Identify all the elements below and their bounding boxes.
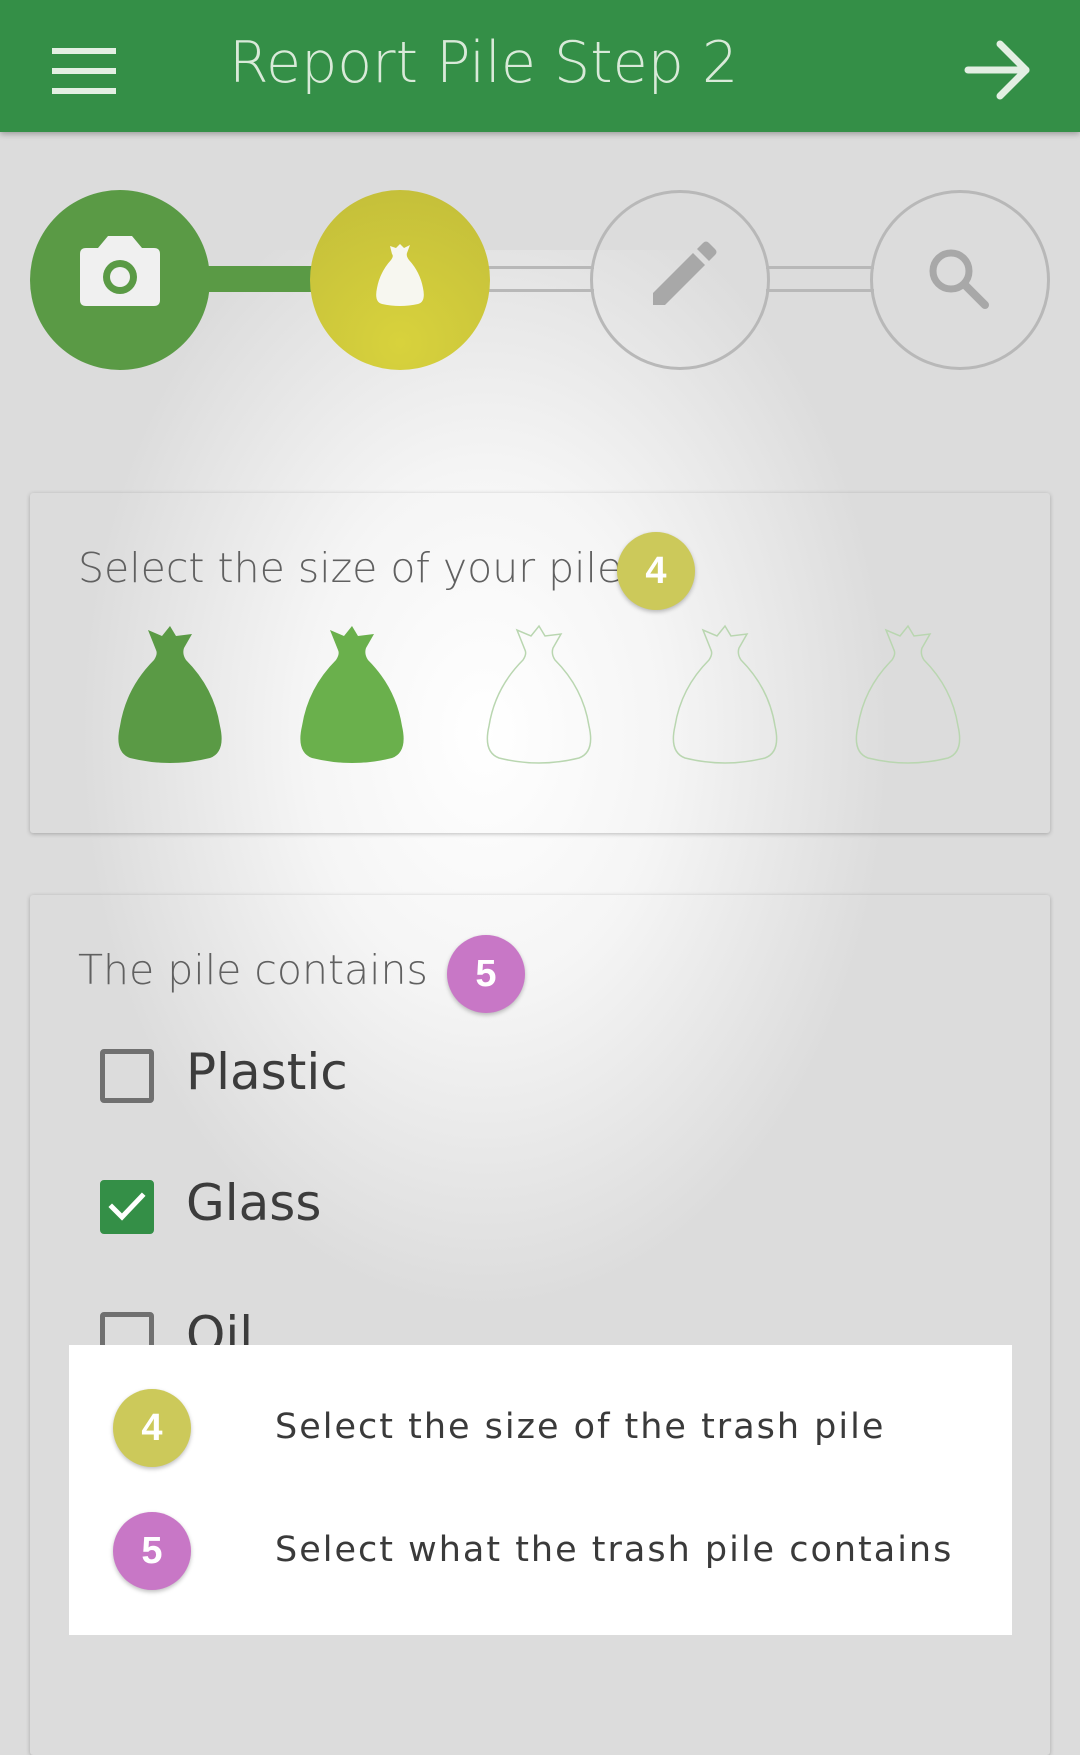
step-connector-3	[766, 266, 874, 292]
size-bag-3[interactable]	[481, 622, 597, 766]
pile-size-title: Select the size of your pile	[78, 544, 623, 592]
size-bag-1[interactable]	[112, 622, 228, 766]
plastic-label: Plastic	[186, 1043, 348, 1101]
arrow-right-icon[interactable]	[956, 34, 1040, 104]
step-review[interactable]	[870, 190, 1050, 370]
step-connector-1	[205, 266, 313, 292]
size-bag-5[interactable]	[850, 622, 966, 766]
glass-label: Glass	[186, 1174, 322, 1232]
glass-checkbox[interactable]	[100, 1180, 154, 1234]
search-icon	[929, 249, 989, 309]
legend-text-4: Select the size of the trash pile	[275, 1407, 886, 1447]
checkmark-icon	[108, 1192, 146, 1221]
legend-text-5: Select what the trash pile contains	[275, 1530, 954, 1570]
legend-badge-4: 4	[113, 1389, 191, 1467]
tutorial-legend: 4 Select the size of the trash pile 5 Se…	[69, 1345, 1012, 1635]
step-details[interactable]	[590, 190, 770, 370]
camera-icon	[80, 236, 160, 306]
step-badge-5: 5	[447, 935, 525, 1013]
legend-badge-5: 5	[113, 1512, 191, 1590]
pile-contents-title: The pile contains	[78, 946, 428, 994]
step-progress	[0, 190, 1080, 380]
page-title: Report Pile Step 2	[229, 30, 739, 96]
trash-bag-icon	[376, 244, 424, 306]
size-bag-2[interactable]	[294, 622, 410, 766]
step-size-contents[interactable]	[310, 190, 490, 370]
step-photo[interactable]	[30, 190, 210, 370]
step-connector-2	[486, 266, 594, 292]
hamburger-menu-icon[interactable]	[36, 36, 132, 102]
app-bar: Report Pile Step 2	[0, 0, 1080, 132]
pencil-icon	[653, 241, 717, 305]
plastic-checkbox[interactable]	[100, 1049, 154, 1103]
size-bag-4[interactable]	[667, 622, 783, 766]
step-badge-4: 4	[617, 532, 695, 610]
